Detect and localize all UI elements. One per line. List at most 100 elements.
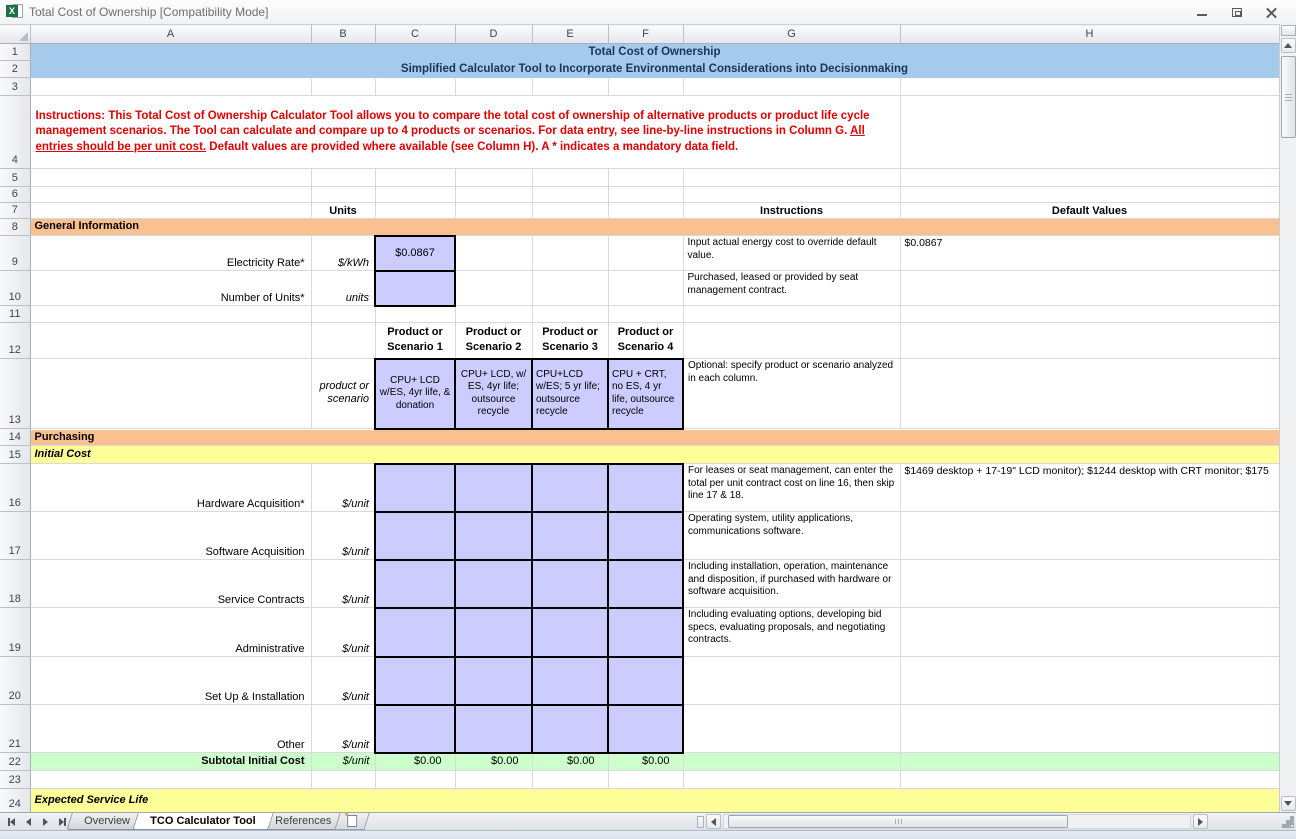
cell-F19[interactable] [608, 608, 683, 657]
cell-G3[interactable] [683, 78, 900, 96]
cell-G19[interactable]: Including evaluating options, developing… [683, 608, 900, 657]
horizontal-scroll-thumb[interactable] [728, 815, 1068, 828]
cell-H13[interactable] [900, 359, 1279, 429]
row-header-9[interactable]: 9 [0, 236, 30, 271]
row-header-5[interactable]: 5 [0, 169, 30, 187]
cell-G5[interactable] [683, 169, 900, 187]
cell-F7[interactable] [608, 203, 683, 219]
cell-F21[interactable] [608, 705, 683, 753]
row-header-8[interactable]: 8 [0, 219, 30, 236]
row-header-3[interactable]: 3 [0, 78, 30, 96]
column-header-E[interactable]: E [532, 25, 608, 44]
cell-D20[interactable] [455, 657, 532, 705]
cell-B18[interactable]: $/unit [311, 560, 375, 608]
cell-A21[interactable]: Other [30, 705, 311, 753]
vertical-scroll-thumb[interactable] [1281, 56, 1296, 138]
row-header-21[interactable]: 21 [0, 705, 30, 753]
column-header-G[interactable]: G [683, 25, 900, 44]
cell-E22[interactable]: $0.00 [532, 753, 608, 771]
cell-D12[interactable]: Product or Scenario 2 [455, 323, 532, 359]
cell-F9[interactable] [608, 236, 683, 271]
cell-H19[interactable] [900, 608, 1279, 657]
cell-C17[interactable] [375, 512, 455, 560]
cell-D3[interactable] [455, 78, 532, 96]
scroll-down-button[interactable] [1281, 796, 1296, 811]
cell-H18[interactable] [900, 560, 1279, 608]
cell-G16[interactable]: For leases or seat management, can enter… [683, 464, 900, 512]
cell-C3[interactable] [375, 78, 455, 96]
insert-worksheet-tab[interactable] [334, 813, 370, 830]
cell-E17[interactable] [532, 512, 608, 560]
cell-B19[interactable]: $/unit [311, 608, 375, 657]
sheet-tab-tco-calculator-tool[interactable]: TCO Calculator Tool [132, 813, 273, 830]
cell-H17[interactable] [900, 512, 1279, 560]
cell-C20[interactable] [375, 657, 455, 705]
minimize-button[interactable] [1195, 6, 1208, 19]
cell-G9[interactable]: Input actual energy cost to override def… [683, 236, 900, 271]
column-header-F[interactable]: F [608, 25, 683, 44]
cell-H3[interactable] [900, 78, 1279, 96]
first-sheet-button[interactable] [4, 815, 18, 829]
row-header-18[interactable]: 18 [0, 560, 30, 608]
row-header-12[interactable]: 12 [0, 323, 30, 359]
column-header-D[interactable]: D [455, 25, 532, 44]
row-header-16[interactable]: 16 [0, 464, 30, 512]
cell-A23[interactable] [30, 771, 311, 789]
cell-B11[interactable] [311, 306, 375, 323]
cell-G13[interactable]: Optional: specify product or scenario an… [683, 359, 900, 429]
horizontal-scroll-track[interactable] [723, 814, 1191, 829]
cell-A15[interactable]: Initial Cost [30, 446, 1279, 464]
scroll-left-button[interactable] [706, 814, 721, 829]
column-header-H[interactable]: H [900, 25, 1279, 44]
column-header-A[interactable]: A [30, 25, 311, 44]
cell-H16[interactable]: $1469 desktop + 17-19" LCD monitor); $12… [900, 464, 1279, 512]
cell-D6[interactable] [455, 187, 532, 203]
cell-C10[interactable] [375, 271, 455, 306]
cell-A18[interactable]: Service Contracts [30, 560, 311, 608]
cell-C19[interactable] [375, 608, 455, 657]
cell-A17[interactable]: Software Acquisition [30, 512, 311, 560]
cell-H7[interactable]: Default Values [900, 203, 1279, 219]
cell-F5[interactable] [608, 169, 683, 187]
row-header-4[interactable]: 4 [0, 96, 30, 169]
cell-D16[interactable] [455, 464, 532, 512]
cell-G20[interactable] [683, 657, 900, 705]
cell-A13[interactable] [30, 359, 311, 429]
cell-E7[interactable] [532, 203, 608, 219]
cell-H9[interactable]: $0.0867 [900, 236, 1279, 271]
cell-E10[interactable] [532, 271, 608, 306]
cell-D9[interactable] [455, 236, 532, 271]
cell-D13[interactable]: CPU+ LCD, w/ ES, 4yr life; outsource rec… [455, 359, 532, 429]
cell-A1[interactable]: Total Cost of Ownership [30, 44, 1279, 61]
row-header-11[interactable]: 11 [0, 306, 30, 323]
cell-C13[interactable]: CPU+ LCD w/ES, 4yr life, & donation [375, 359, 455, 429]
cell-D5[interactable] [455, 169, 532, 187]
row-header-1[interactable]: 1 [0, 44, 30, 61]
cell-E16[interactable] [532, 464, 608, 512]
row-header-15[interactable]: 15 [0, 446, 30, 464]
cell-G7[interactable]: Instructions [683, 203, 900, 219]
cell-B21[interactable]: $/unit [311, 705, 375, 753]
cell-C23[interactable] [375, 771, 455, 789]
cell-F22[interactable]: $0.00 [608, 753, 683, 771]
cell-F11[interactable] [608, 306, 683, 323]
cell-D7[interactable] [455, 203, 532, 219]
cell-H5[interactable] [900, 169, 1279, 187]
cell-A10[interactable]: Number of Units* [30, 271, 311, 306]
cell-A14[interactable]: Purchasing [30, 429, 1279, 446]
cell-H11[interactable] [900, 306, 1279, 323]
cell-A2[interactable]: Simplified Calculator Tool to Incorporat… [30, 61, 1279, 78]
cell-A11[interactable] [30, 306, 311, 323]
cell-D11[interactable] [455, 306, 532, 323]
cell-F6[interactable] [608, 187, 683, 203]
cell-H12[interactable] [900, 323, 1279, 359]
row-header-24[interactable]: 24 [0, 789, 30, 813]
cell-F17[interactable] [608, 512, 683, 560]
cell-B6[interactable] [311, 187, 375, 203]
cell-E21[interactable] [532, 705, 608, 753]
row-header-13[interactable]: 13 [0, 359, 30, 429]
cell-A16[interactable]: Hardware Acquisition* [30, 464, 311, 512]
row-header-22[interactable]: 22 [0, 753, 30, 771]
cell-A12[interactable] [30, 323, 311, 359]
column-header-C[interactable]: C [375, 25, 455, 44]
